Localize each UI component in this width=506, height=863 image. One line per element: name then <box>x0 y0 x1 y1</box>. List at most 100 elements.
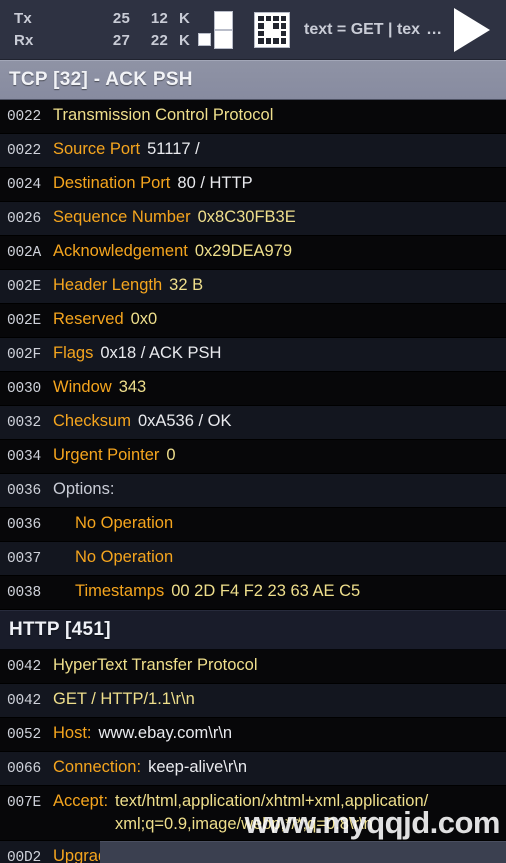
field-offset: 0022 <box>7 109 42 125</box>
field-offset: 002E <box>7 279 42 295</box>
overflow-menu-icon[interactable]: … <box>426 21 444 39</box>
field-value: 0 <box>166 446 176 464</box>
rx-unit: K <box>178 32 190 49</box>
field-label: Timestamps <box>75 582 165 600</box>
grid-matrix-icon <box>254 11 290 48</box>
field-offset: 0042 <box>7 693 42 709</box>
field-offset: 0066 <box>7 761 42 777</box>
field-row[interactable]: 0030 Window 343 <box>0 372 506 406</box>
field-row[interactable]: 0052 Host: www.ebay.com\r\n <box>0 718 506 752</box>
field-value: keep-alive\r\n <box>148 758 248 776</box>
field-value: 0x29DEA979 <box>194 242 293 260</box>
field-label: Source Port <box>53 140 141 158</box>
field-offset: 0024 <box>7 177 42 193</box>
field-label: Destination Port <box>53 174 171 192</box>
tx-label: Tx <box>14 10 32 27</box>
field-value: 00 2D F4 F2 23 63 AE C5 <box>171 582 361 600</box>
field-label: Checksum <box>53 412 131 430</box>
field-value: 32 B <box>169 276 204 294</box>
field-body: Header Length 32 B <box>53 274 500 297</box>
field-row[interactable]: 007E Accept: text/html,application/xhtml+x… <box>0 786 506 841</box>
tx-bytes: 12 <box>150 10 168 27</box>
packet-detail-screen: Tx 25 12 K Rx 27 22 K text = GET | tex … <box>0 0 506 863</box>
field-value-continued: xml;q=0.9,image/webp,*/*;q=0.8\r\n <box>115 815 373 833</box>
field-offset: 002E <box>7 313 42 329</box>
field-value: 343 <box>118 378 147 396</box>
packet-field-list[interactable]: TCP [32] - ACK PSH 0022 Transmission Contr… <box>0 60 506 863</box>
field-offset: 0034 <box>7 449 42 465</box>
field-body: Host: www.ebay.com\r\n <box>53 722 500 745</box>
field-row[interactable]: 0036 No Operation <box>0 508 506 542</box>
field-row[interactable]: 0037 No Operation <box>0 542 506 576</box>
field-row[interactable]: 0032 Checksum 0xA536 / OK <box>0 406 506 440</box>
field-body: Urgent Pointer 0 <box>53 444 500 467</box>
rx-bytes: 22 <box>150 32 168 49</box>
field-body: Checksum 0xA536 / OK <box>53 410 500 433</box>
field-label: Flags <box>53 344 94 362</box>
field-row[interactable]: 002E Header Length 32 B <box>0 270 506 304</box>
field-row[interactable]: 002F Flags 0x18 / ACK PSH <box>0 338 506 372</box>
field-label: HyperText Transfer Protocol <box>53 656 258 674</box>
field-row[interactable]: 0036 Options: <box>0 474 506 508</box>
play-icon[interactable] <box>454 7 490 52</box>
field-body: GET / HTTP/1.1\r\n <box>53 688 500 711</box>
field-body: HyperText Transfer Protocol <box>53 654 500 677</box>
field-label: GET / HTTP/1.1\r\n <box>53 690 195 708</box>
field-row[interactable]: 0042 HyperText Transfer Protocol <box>0 650 506 684</box>
section-header[interactable]: HTTP [451] <box>0 610 506 650</box>
field-row[interactable]: 0026 Sequence Number 0x8C30FB3E <box>0 202 506 236</box>
field-offset: 002A <box>7 245 42 261</box>
field-body: Options: <box>53 478 500 501</box>
field-label: Accept: <box>53 792 109 810</box>
rx-count: 27 <box>112 32 130 49</box>
field-body: Sequence Number 0x8C30FB3E <box>53 206 500 229</box>
hex-matrix-button[interactable] <box>238 11 290 48</box>
field-offset: 0032 <box>7 415 42 431</box>
field-label: Transmission Control Protocol <box>53 106 274 124</box>
squares-icon <box>196 10 238 50</box>
field-row[interactable]: 0042 GET / HTTP/1.1\r\n <box>0 684 506 718</box>
field-offset: 0037 <box>7 551 42 567</box>
field-row[interactable]: 0024 Destination Port 80 / HTTP <box>0 168 506 202</box>
field-offset: 002F <box>7 347 42 363</box>
traffic-stats: Tx 25 12 K Rx 27 22 K <box>14 8 190 52</box>
field-row[interactable]: 0022 Source Port 51117 / <box>0 134 506 168</box>
field-offset: 00D2 <box>7 850 42 863</box>
field-row[interactable]: 0034 Urgent Pointer 0 <box>0 440 506 474</box>
field-value: 0x18 / ACK PSH <box>100 344 222 362</box>
field-label: Window <box>53 378 112 396</box>
field-offset: 007E <box>7 795 42 811</box>
field-row[interactable]: 0022 Transmission Control Protocol <box>0 100 506 134</box>
field-body: Destination Port 80 / HTTP <box>53 172 500 195</box>
field-body: Transmission Control Protocol <box>53 104 500 127</box>
field-row[interactable]: 0038 Timestamps 00 2D F4 F2 23 63 AE C5 <box>0 576 506 610</box>
squares-view-button[interactable] <box>190 10 238 50</box>
field-body: Acknowledgement 0x29DEA979 <box>53 240 500 263</box>
field-body: No Operation <box>53 546 500 569</box>
field-value: text/html,application/xhtml+xml,applicat… <box>115 792 429 810</box>
field-label: Sequence Number <box>53 208 191 226</box>
field-label: Reserved <box>53 310 124 328</box>
field-body: Reserved 0x0 <box>53 308 500 331</box>
field-value: www.ebay.com\r\n <box>98 724 233 742</box>
field-body: Window 343 <box>53 376 500 399</box>
section-title: HTTP [451] <box>9 619 111 640</box>
field-row[interactable]: 002A Acknowledgement 0x29DEA979 <box>0 236 506 270</box>
bottom-navigation-bar[interactable] <box>100 841 506 863</box>
tx-unit: K <box>178 10 190 27</box>
field-offset: 0052 <box>7 727 42 743</box>
field-label: Connection: <box>53 758 142 776</box>
field-body: Timestamps 00 2D F4 F2 23 63 AE C5 <box>53 580 500 603</box>
top-toolbar: Tx 25 12 K Rx 27 22 K text = GET | tex … <box>0 0 506 60</box>
filter-expression[interactable]: text = GET | tex <box>304 21 420 39</box>
section-header[interactable]: TCP [32] - ACK PSH <box>0 60 506 100</box>
section-title: TCP [32] - ACK PSH <box>9 69 193 90</box>
field-body: Connection: keep-alive\r\n <box>53 756 500 779</box>
rx-label: Rx <box>14 32 34 49</box>
field-offset: 0036 <box>7 517 42 533</box>
field-row[interactable]: 0066 Connection: keep-alive\r\n <box>0 752 506 786</box>
field-offset: 0022 <box>7 143 42 159</box>
field-value: 80 / HTTP <box>177 174 253 192</box>
field-row[interactable]: 002E Reserved 0x0 <box>0 304 506 338</box>
field-label: Host: <box>53 724 92 742</box>
